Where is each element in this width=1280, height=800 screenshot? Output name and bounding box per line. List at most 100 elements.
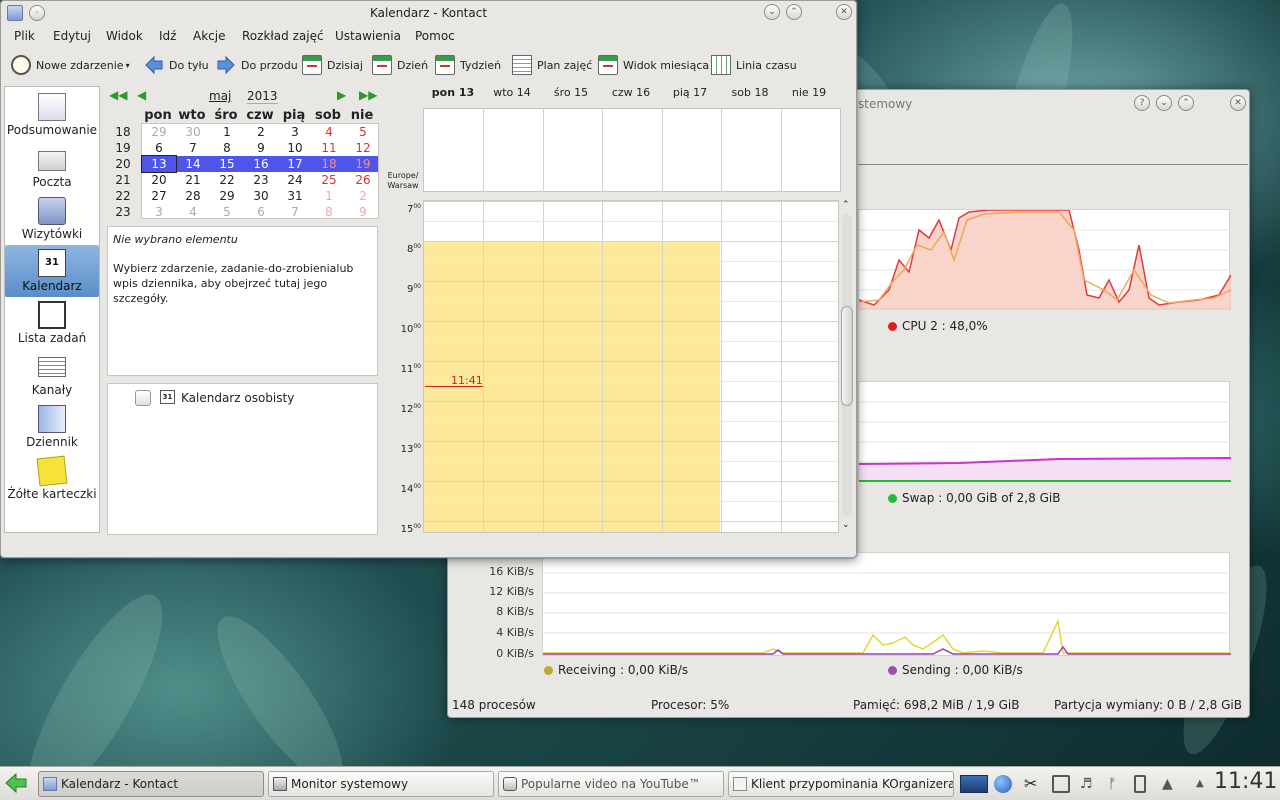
day-cell[interactable]: 2: [244, 124, 278, 140]
day-cell[interactable]: 18: [312, 156, 346, 172]
sidebar-item-summary[interactable]: Podsumowanie: [5, 89, 99, 141]
day-cell[interactable]: 7: [278, 204, 312, 220]
sidebar-item-feeds[interactable]: Kanały: [5, 349, 99, 401]
week-number[interactable]: 23: [109, 205, 137, 219]
prev-month-icon[interactable]: ◀: [137, 88, 146, 102]
day-cell[interactable]: 19: [346, 156, 380, 172]
sidebar-item-mail[interactable]: Poczta: [5, 141, 99, 193]
clipboard-scissors-icon[interactable]: ✂: [1024, 775, 1042, 793]
day-cell[interactable]: 9: [244, 140, 278, 156]
week-number[interactable]: 22: [109, 189, 137, 203]
task-system-monitor[interactable]: Monitor systemowy: [268, 771, 494, 797]
bluetooth-icon[interactable]: ᚠ: [1108, 775, 1126, 793]
day-cell[interactable]: 1: [210, 124, 244, 140]
day-cell[interactable]: 3: [278, 124, 312, 140]
back-button[interactable]: Do tyłu: [144, 52, 209, 78]
scroll-up-icon[interactable]: ⌃: [842, 200, 850, 210]
minimize-icon[interactable]: ⌄: [1156, 95, 1172, 111]
week-number[interactable]: 21: [109, 173, 137, 187]
day-cell[interactable]: 26: [346, 172, 380, 188]
sidebar-item-notes[interactable]: Żółte karteczki: [5, 453, 99, 505]
schedule-view-button[interactable]: Plan zajęć: [512, 52, 592, 78]
menu-plik[interactable]: Plik: [14, 29, 35, 43]
day-cell[interactable]: 8: [210, 140, 244, 156]
week-number[interactable]: 20: [109, 157, 137, 171]
day-cell[interactable]: 24: [278, 172, 312, 188]
kontact-titlebar[interactable]: · Kalendarz - Kontact ⌄ ⌃ ✕: [1, 1, 856, 25]
day-cell[interactable]: 20: [142, 172, 176, 188]
next-month-icon[interactable]: ▶: [337, 88, 346, 102]
agenda-time-grid[interactable]: [423, 200, 839, 533]
day-cell[interactable]: 6: [244, 204, 278, 220]
day-cell[interactable]: 3: [142, 204, 176, 220]
scroll-down-icon[interactable]: ⌄: [842, 520, 850, 530]
tray-expand-icon[interactable]: ▲: [1196, 775, 1214, 793]
forward-button[interactable]: Do przodu: [216, 52, 298, 78]
day-cell[interactable]: 22: [210, 172, 244, 188]
sidebar-item-calendar[interactable]: 31 Kalendarz: [5, 245, 99, 297]
device-notifier-icon[interactable]: [1052, 775, 1070, 793]
day-cell[interactable]: 25: [312, 172, 346, 188]
month-selector[interactable]: maj: [209, 89, 231, 103]
month-view-button[interactable]: Widok miesiąca: [598, 52, 709, 78]
menu-ustawienia[interactable]: Ustawienia: [335, 29, 401, 43]
menu-pomoc[interactable]: Pomoc: [415, 29, 455, 43]
wifi-icon[interactable]: ▲: [1162, 775, 1180, 793]
prev-year-icon[interactable]: ◀◀: [109, 88, 127, 102]
day-cell[interactable]: 4: [176, 204, 210, 220]
day-header[interactable]: pią 17: [660, 86, 720, 99]
menu-widok[interactable]: Widok: [106, 29, 143, 43]
day-cell[interactable]: 11: [312, 140, 346, 156]
day-cell[interactable]: 14: [176, 156, 210, 172]
day-header[interactable]: wto 14: [482, 86, 542, 99]
calendar-checkbox[interactable]: [135, 390, 151, 406]
minimize-icon[interactable]: ⌄: [764, 4, 780, 20]
timeline-view-button[interactable]: Linia czasu: [711, 52, 797, 78]
menu-rozklad-zajec[interactable]: Rozkład zajęć: [242, 29, 324, 43]
day-cell[interactable]: 4: [312, 124, 346, 140]
day-cell[interactable]: 31: [278, 188, 312, 204]
day-header[interactable]: nie 19: [779, 86, 839, 99]
day-cell[interactable]: 2: [346, 188, 380, 204]
scroll-thumb[interactable]: [841, 306, 853, 406]
day-cell[interactable]: 5: [346, 124, 380, 140]
network-globe-icon[interactable]: [994, 775, 1012, 793]
day-cell[interactable]: 5: [210, 204, 244, 220]
menu-idz[interactable]: Idź: [159, 29, 176, 43]
day-cell[interactable]: 28: [176, 188, 210, 204]
close-icon[interactable]: ✕: [836, 4, 852, 20]
day-cell[interactable]: 8: [312, 204, 346, 220]
day-cell[interactable]: 13: [141, 155, 177, 173]
personal-calendar-label[interactable]: Kalendarz osobisty: [181, 391, 294, 405]
day-header[interactable]: czw 16: [601, 86, 661, 99]
year-selector[interactable]: 2013: [247, 89, 278, 104]
day-cell[interactable]: 16: [244, 156, 278, 172]
volume-icon[interactable]: ♬: [1080, 775, 1098, 793]
month-grid[interactable]: 29 30 1 2 3 4 5 6 7 8 9 10 11 12 13 14 15 16 17 18 19 20 21 22 2…: [141, 123, 379, 219]
day-cell[interactable]: 17: [278, 156, 312, 172]
battery-icon[interactable]: [1134, 775, 1146, 793]
new-event-button[interactable]: Nowe zdarzenie ▾: [11, 52, 130, 78]
kontact-window[interactable]: · Kalendarz - Kontact ⌄ ⌃ ✕ Plik Edytuj …: [0, 0, 857, 558]
sidebar-item-todo[interactable]: Lista zadań: [5, 297, 99, 349]
maximize-icon[interactable]: ⌃: [786, 4, 802, 20]
day-cell[interactable]: 10: [278, 140, 312, 156]
day-cell[interactable]: 12: [346, 140, 380, 156]
day-view-button[interactable]: Dzień: [372, 52, 428, 78]
week-number[interactable]: 19: [109, 141, 137, 155]
sidebar-item-journal[interactable]: Dziennik: [5, 401, 99, 453]
day-cell[interactable]: 30: [244, 188, 278, 204]
help-icon[interactable]: ?: [1134, 95, 1150, 111]
day-header[interactable]: śro 15: [541, 86, 601, 99]
agenda-scrollbar[interactable]: ⌃ ⌄: [840, 200, 854, 533]
week-number[interactable]: 18: [109, 125, 137, 139]
menu-akcje[interactable]: Akcje: [193, 29, 225, 43]
day-cell[interactable]: 29: [210, 188, 244, 204]
day-cell[interactable]: 30: [176, 124, 210, 140]
day-cell[interactable]: 7: [176, 140, 210, 156]
clock[interactable]: 11:41: [1214, 769, 1277, 794]
next-year-icon[interactable]: ▶▶: [359, 88, 377, 102]
day-header[interactable]: sob 18: [720, 86, 780, 99]
task-kontact[interactable]: Kalendarz - Kontact: [38, 771, 264, 797]
desktop-pager-icon[interactable]: [960, 775, 988, 793]
